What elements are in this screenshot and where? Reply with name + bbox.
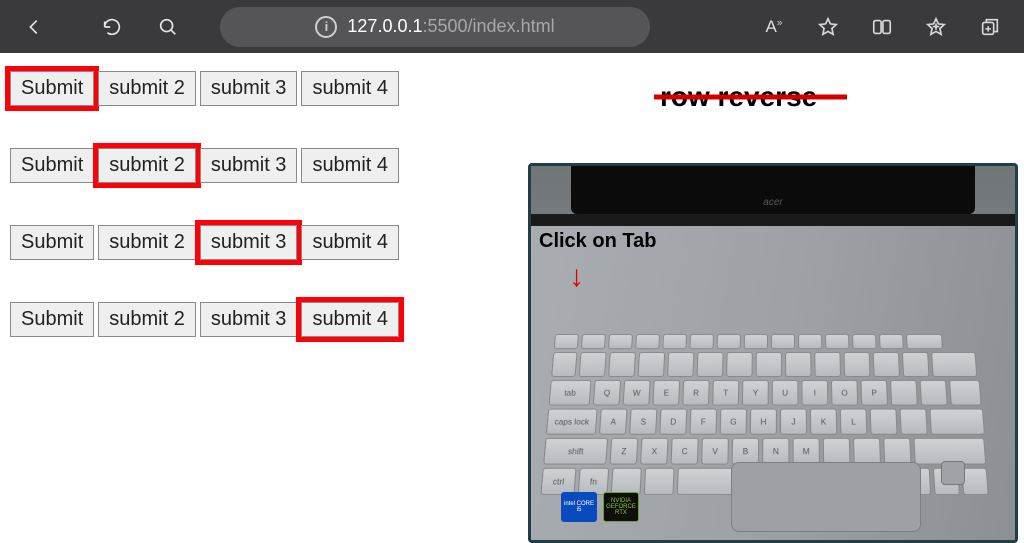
nvidia-sticker: NVIDIA GEFORCE RTX: [603, 492, 639, 522]
address-bar[interactable]: i 127.0.0.1:5500/index.html: [220, 7, 650, 47]
click-on-tab-label: Click on Tab: [539, 230, 656, 253]
submit-button-4[interactable]: submit 4: [301, 302, 399, 337]
url-text: 127.0.0.1:5500/index.html: [347, 16, 554, 37]
laptop-photo: acer tab QWERTYUIOP caps lock ASDFGHJKL: [528, 163, 1018, 543]
button-row: Submit submit 2 submit 3 submit 4: [10, 225, 399, 260]
url-port: :5500: [422, 16, 467, 36]
intel-sticker: intel CORE i5: [561, 492, 597, 522]
submit-button-1[interactable]: Submit: [10, 225, 94, 260]
submit-button-3[interactable]: submit 3: [200, 302, 298, 337]
laptop-body: tab QWERTYUIOP caps lock ASDFGHJKL shift…: [531, 226, 1015, 540]
refresh-button[interactable]: [86, 5, 138, 49]
submit-button-2[interactable]: submit 2: [98, 71, 196, 106]
submit-button-4[interactable]: submit 4: [301, 71, 399, 106]
button-row: Submit submit 2 submit 3 submit 4: [10, 148, 399, 183]
submit-button-3[interactable]: submit 3: [200, 71, 298, 106]
favorite-button[interactable]: [802, 5, 854, 49]
submit-button-4[interactable]: submit 4: [301, 148, 399, 183]
page-content: Submit submit 2 submit 3 submit 4 Submit…: [0, 53, 1024, 538]
strike-heading: row reverse: [660, 81, 817, 113]
url-host: 127.0.0.1: [347, 16, 422, 36]
browser-toolbar: i 127.0.0.1:5500/index.html A»: [0, 0, 1024, 53]
read-aloud-button[interactable]: A»: [748, 5, 800, 49]
copy-tab-button[interactable]: [964, 5, 1016, 49]
split-screen-button[interactable]: [856, 5, 908, 49]
submit-button-2[interactable]: submit 2: [98, 148, 196, 183]
search-button[interactable]: [142, 5, 194, 49]
site-info-icon[interactable]: i: [315, 16, 337, 38]
submit-button-2[interactable]: submit 2: [98, 225, 196, 260]
back-button[interactable]: [8, 5, 60, 49]
stickers: intel CORE i5 NVIDIA GEFORCE RTX: [561, 492, 639, 522]
submit-button-3[interactable]: submit 3: [200, 148, 298, 183]
laptop-screen: acer: [571, 166, 975, 214]
submit-button-1[interactable]: Submit: [10, 302, 94, 337]
submit-button-2[interactable]: submit 2: [98, 302, 196, 337]
laptop-hinge: [531, 214, 1015, 226]
fingerprint-reader: [941, 461, 965, 485]
trackpad: [731, 462, 921, 532]
url-path: /index.html: [468, 16, 555, 36]
submit-button-1[interactable]: Submit: [10, 148, 94, 183]
button-row: Submit submit 2 submit 3 submit 4: [10, 71, 399, 106]
toolbar-right: A»: [748, 5, 1016, 49]
collections-button[interactable]: [910, 5, 962, 49]
button-row: Submit submit 2 submit 3 submit 4: [10, 302, 399, 337]
submit-button-1[interactable]: Submit: [10, 71, 94, 106]
red-arrow-icon: ↓: [569, 260, 584, 294]
button-rows: Submit submit 2 submit 3 submit 4 Submit…: [10, 71, 399, 379]
submit-button-3[interactable]: submit 3: [200, 225, 298, 260]
tab-key: tab: [548, 380, 591, 406]
submit-button-4[interactable]: submit 4: [301, 225, 399, 260]
